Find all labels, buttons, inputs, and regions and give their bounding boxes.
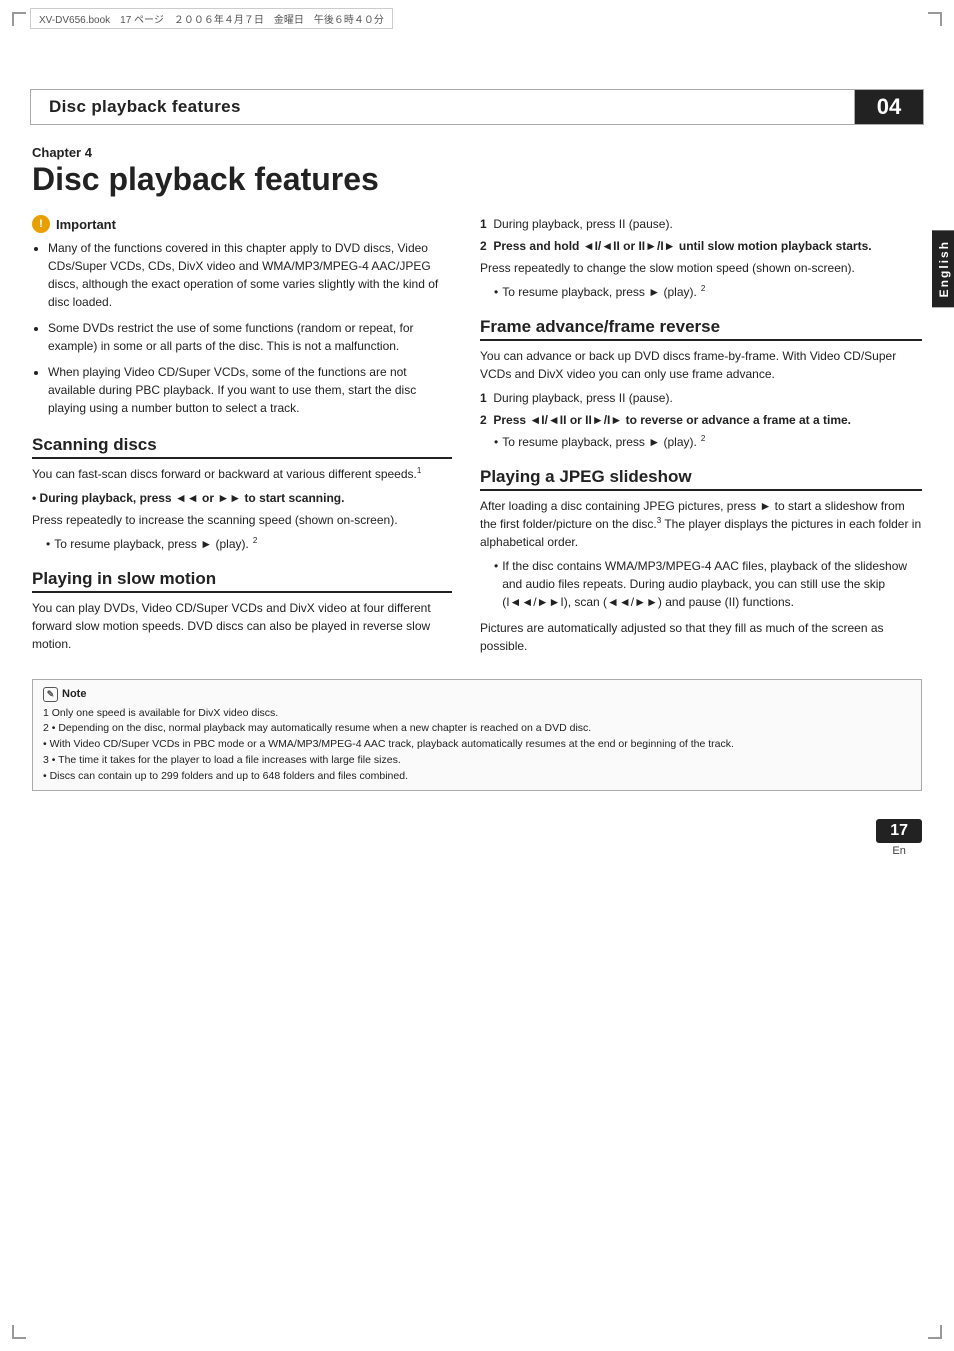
frame-step1: 1 During playback, press II (pause). (480, 389, 922, 407)
important-icon: ! (32, 215, 50, 233)
note-item-2: 2 • Depending on the disc, normal playba… (43, 721, 911, 737)
scanning-body: You can fast-scan discs forward or backw… (32, 465, 452, 483)
frame-step2: 2 Press ◄I/◄II or II►/I► to reverse or a… (480, 411, 922, 429)
note-title: ✎ Note (43, 686, 911, 703)
scanning-bullet-footnote: 2 (253, 535, 257, 553)
frame-advance-title: Frame advance/frame reverse (480, 317, 922, 341)
note-item-5: • Discs can contain up to 299 folders an… (43, 769, 911, 785)
two-col-layout: ! Important Many of the functions covere… (32, 215, 922, 661)
slow-step2-body: Press repeatedly to change the slow moti… (480, 259, 922, 277)
scanning-bullet: To resume playback, press ► (play).2 (46, 535, 452, 553)
note-label: Note (62, 686, 86, 703)
note-icon: ✎ (43, 687, 58, 702)
header-title: Disc playback features (49, 97, 241, 117)
header-title-area: Disc playback features (31, 90, 855, 124)
corner-tr (928, 12, 942, 26)
page-number-badge: 17 (876, 819, 922, 843)
scanning-step-bold: • During playback, press ◄◄ or ►► to sta… (32, 489, 452, 507)
note-item-3: • With Video CD/Super VCDs in PBC mode o… (43, 737, 911, 753)
left-column: ! Important Many of the functions covere… (32, 215, 452, 661)
important-item-2: Some DVDs restrict the use of some funct… (48, 319, 452, 355)
slow-step1: 1 During playback, press II (pause). (480, 215, 922, 233)
slow-motion-title: Playing in slow motion (32, 569, 452, 593)
slow-motion-body: You can play DVDs, Video CD/Super VCDs a… (32, 599, 452, 653)
note-item-1: 1 Only one speed is available for DivX v… (43, 706, 911, 722)
important-item-1: Many of the functions covered in this ch… (48, 239, 452, 311)
page-footer: 17 En (0, 811, 954, 865)
jpeg-slideshow-body1: After loading a disc containing JPEG pic… (480, 497, 922, 551)
chapter-label: Chapter 4 (32, 145, 922, 160)
scanning-title: Scanning discs (32, 435, 452, 459)
slow-step2: 2 Press and hold ◄I/◄II or II►/I► until … (480, 237, 922, 255)
english-tab: English (932, 230, 954, 307)
important-label: Important (56, 217, 116, 232)
scanning-footnote: 1 (417, 466, 421, 475)
header-bar: Disc playback features 04 (30, 89, 924, 125)
slow-motion-bullet: To resume playback, press ► (play).2 (494, 283, 922, 301)
jpeg-slideshow-bullet: If the disc contains WMA/MP3/MPEG-4 AAC … (494, 557, 922, 611)
slow-motion-bullet-footnote: 2 (701, 283, 705, 301)
page-number-area: 17 En (876, 819, 922, 857)
main-content: Chapter 4 Disc playback features ! Impor… (32, 125, 922, 791)
jpeg-slideshow-title: Playing a JPEG slideshow (480, 467, 922, 491)
jpeg-slideshow-body2: Pictures are automatically adjusted so t… (480, 619, 922, 655)
corner-tl (12, 12, 26, 26)
frame-advance-body: You can advance or back up DVD discs fra… (480, 347, 922, 383)
right-column: 1 During playback, press II (pause). 2 P… (480, 215, 922, 661)
important-box: ! Important Many of the functions covere… (32, 215, 452, 417)
chapter-title: Disc playback features (32, 162, 922, 197)
frame-advance-bullet: To resume playback, press ► (play).2 (494, 433, 922, 451)
important-item-3: When playing Video CD/Super VCDs, some o… (48, 363, 452, 417)
jp-header: XV-DV656.book 17 ページ ２００６年４月７日 金曜日 午後６時４… (30, 8, 393, 29)
important-title: ! Important (32, 215, 452, 233)
frame-advance-bullet-footnote: 2 (701, 433, 705, 451)
page-lang: En (876, 845, 922, 857)
note-item-4: 3 • The time it takes for the player to … (43, 753, 911, 769)
note-box: ✎ Note 1 Only one speed is available for… (32, 679, 922, 791)
chapter-badge: 04 (855, 90, 923, 124)
corner-bl (12, 1325, 26, 1339)
important-list: Many of the functions covered in this ch… (32, 239, 452, 417)
corner-br (928, 1325, 942, 1339)
scanning-step-body: Press repeatedly to increase the scannin… (32, 511, 452, 529)
